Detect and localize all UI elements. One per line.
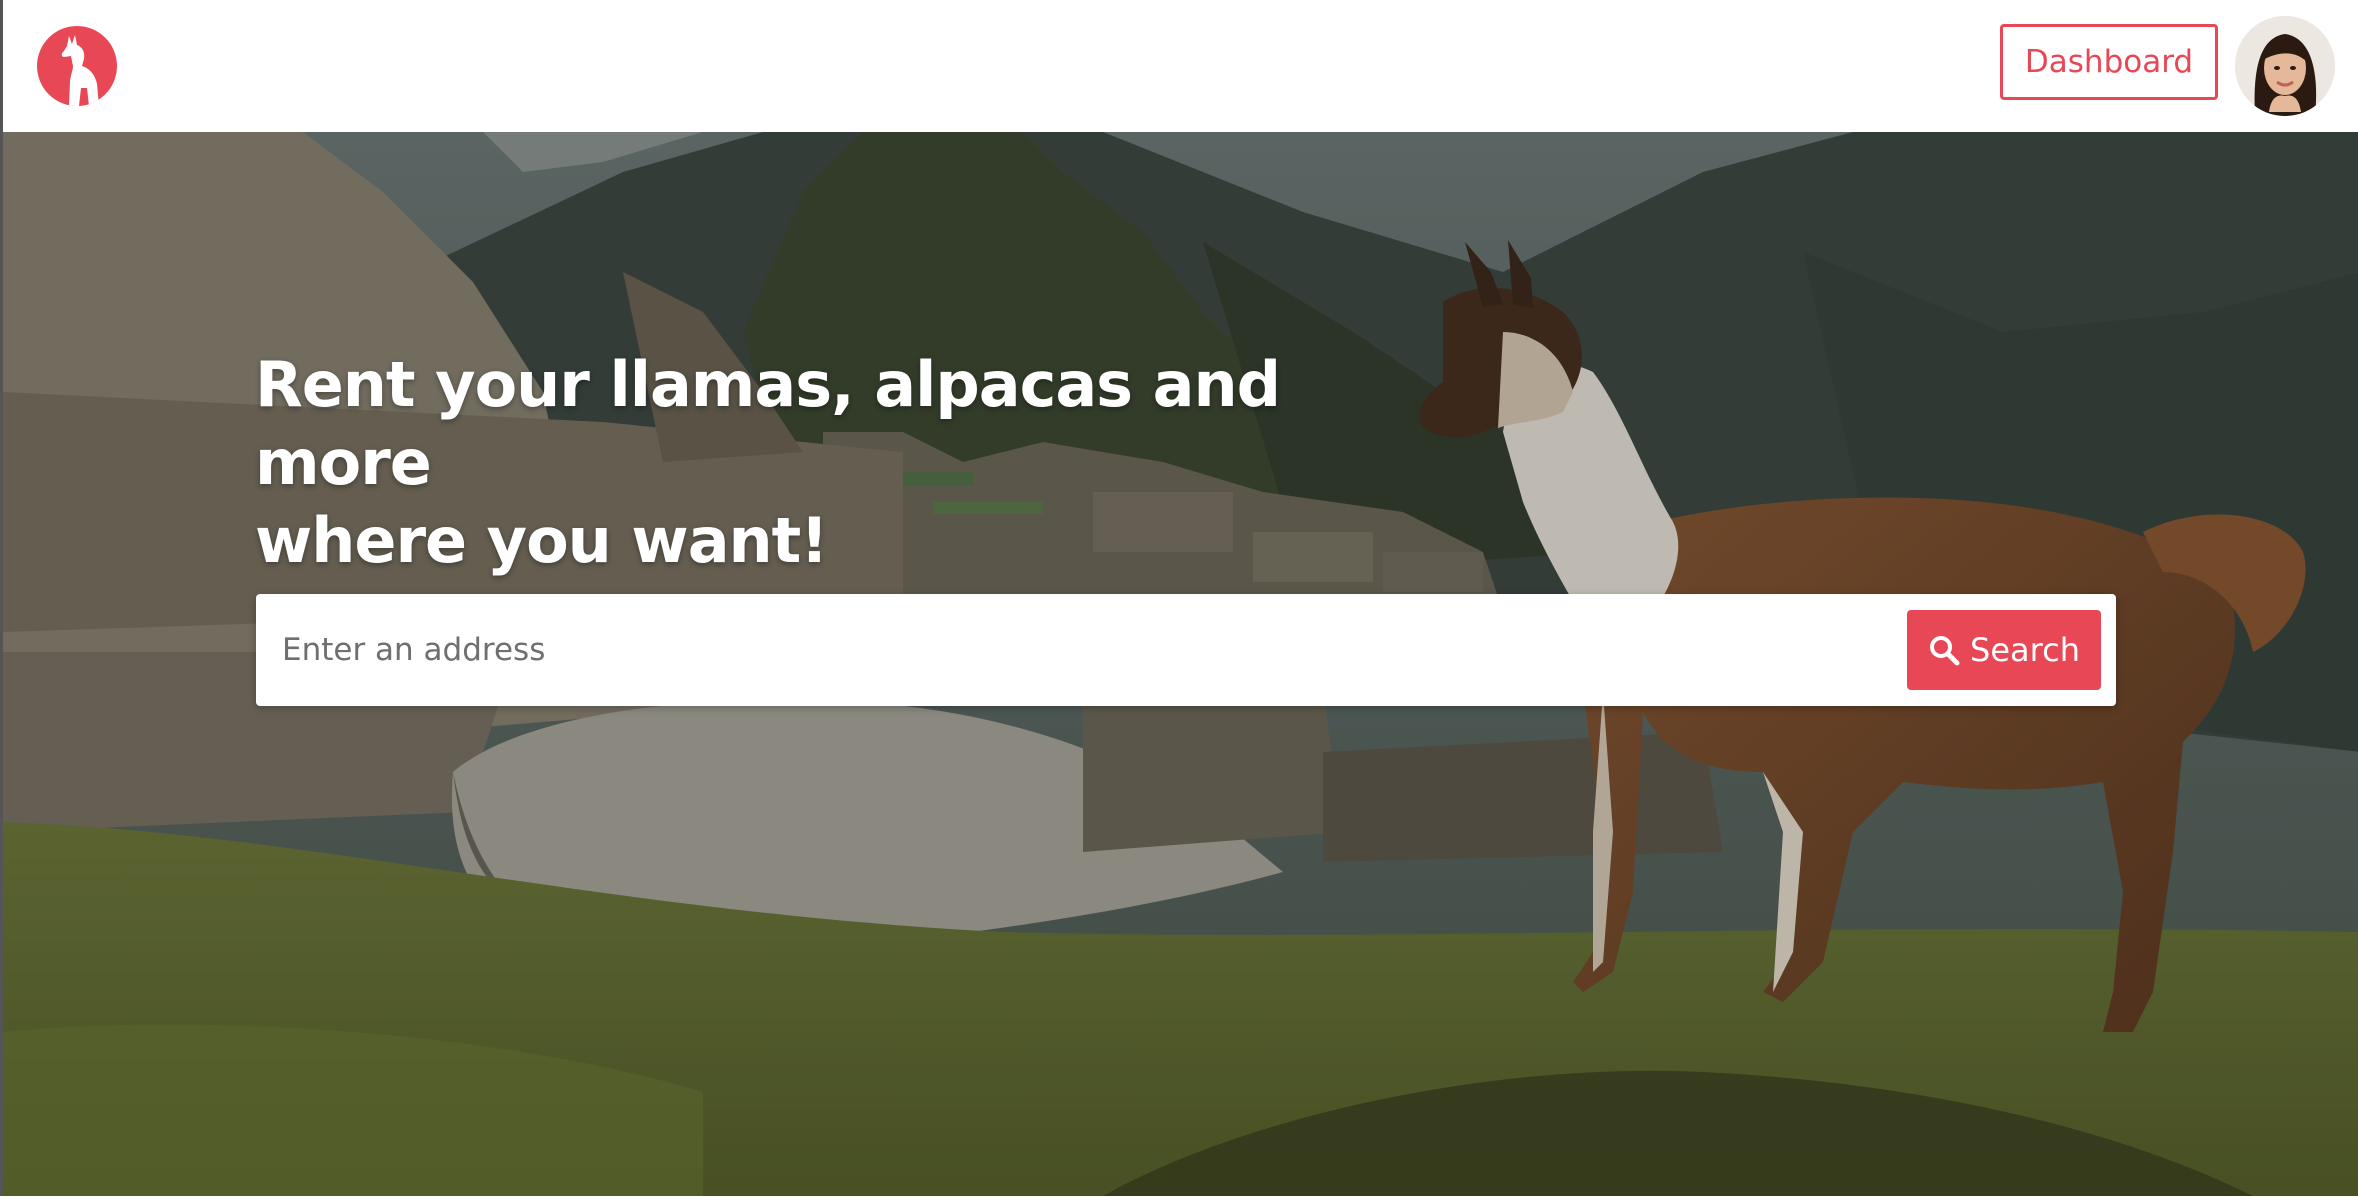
dashboard-button[interactable]: Dashboard (2000, 24, 2218, 100)
search-button[interactable]: Search (1907, 610, 2101, 690)
hero-title-line-2: where you want! (255, 504, 829, 577)
search-bar: Search (256, 594, 2116, 706)
hero-title-line-1: Rent your llamas, alpacas and more (255, 348, 1281, 499)
hero-section: Rent your llamas, alpacas and more where… (0, 132, 2358, 1196)
llama-logo-icon[interactable] (37, 26, 117, 106)
search-button-label: Search (1970, 631, 2080, 669)
top-navbar: Dashboard (0, 0, 2358, 132)
address-search-input[interactable] (256, 594, 1896, 706)
user-avatar[interactable] (2235, 16, 2335, 116)
page-bottom-edge (0, 1196, 2358, 1200)
search-icon (1928, 634, 1960, 666)
hero-title: Rent your llamas, alpacas and more where… (255, 346, 1455, 580)
